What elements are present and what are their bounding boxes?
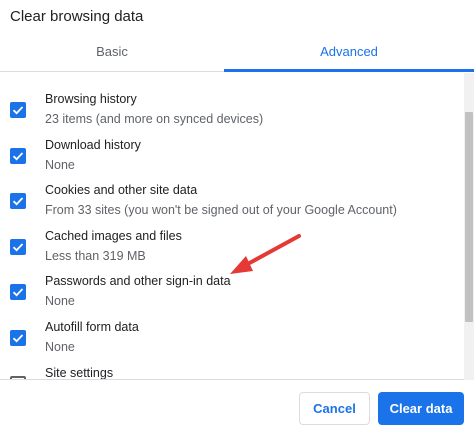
check-icon: [12, 152, 24, 161]
option-site-settings[interactable]: Site settings: [0, 362, 460, 380]
tab-bar: Basic Advanced: [0, 36, 474, 72]
option-sublabel: None: [45, 158, 75, 172]
option-label: Download history: [45, 138, 141, 152]
option-sublabel: Less than 319 MB: [45, 249, 146, 263]
option-label: Site settings: [45, 366, 114, 380]
check-icon: [12, 243, 24, 252]
tab-basic[interactable]: Basic: [0, 36, 224, 72]
option-label: Autofill form data: [45, 320, 139, 334]
checkbox-site-settings[interactable]: [10, 376, 26, 379]
checkbox-cached-images[interactable]: [10, 239, 26, 255]
option-cached-images[interactable]: Cached images and files Less than 319 MB: [0, 225, 460, 271]
option-sublabel: 23 items (and more on synced devices): [45, 112, 264, 126]
option-browsing-history[interactable]: Browsing history 23 items (and more on s…: [0, 88, 460, 134]
clear-data-button[interactable]: Clear data: [378, 392, 464, 425]
checkbox-passwords[interactable]: [10, 284, 26, 300]
check-icon: [12, 197, 24, 206]
option-label: Cached images and files: [45, 229, 182, 243]
option-sublabel: From 33 sites (you won't be signed out o…: [45, 203, 397, 217]
checkbox-download-history[interactable]: [10, 148, 26, 164]
option-download-history[interactable]: Download history None: [0, 134, 460, 180]
check-icon: [12, 106, 24, 115]
option-sublabel: None: [45, 294, 75, 308]
option-cookies[interactable]: Cookies and other site data From 33 site…: [0, 179, 460, 225]
dialog-footer: Cancel Clear data: [0, 381, 474, 440]
checkbox-autofill[interactable]: [10, 330, 26, 346]
options-list: Browsing history 23 items (and more on s…: [0, 73, 474, 380]
checkbox-browsing-history[interactable]: [10, 102, 26, 118]
option-sublabel: None: [45, 340, 75, 354]
check-icon: [12, 334, 24, 343]
clear-browsing-data-dialog: Clear browsing data Basic Advanced Brows…: [0, 0, 474, 440]
scrollbar-thumb[interactable]: [465, 112, 473, 322]
option-autofill[interactable]: Autofill form data None: [0, 316, 460, 362]
dialog-title: Clear browsing data: [10, 8, 144, 25]
check-icon: [12, 288, 24, 297]
option-label: Browsing history: [45, 92, 137, 106]
checkbox-cookies[interactable]: [10, 193, 26, 209]
option-label: Passwords and other sign-in data: [45, 274, 231, 288]
tab-selected-indicator: [224, 69, 474, 72]
cancel-button[interactable]: Cancel: [299, 392, 370, 425]
option-label: Cookies and other site data: [45, 183, 198, 197]
option-passwords[interactable]: Passwords and other sign-in data None: [0, 270, 460, 316]
tab-advanced[interactable]: Advanced: [224, 36, 474, 72]
